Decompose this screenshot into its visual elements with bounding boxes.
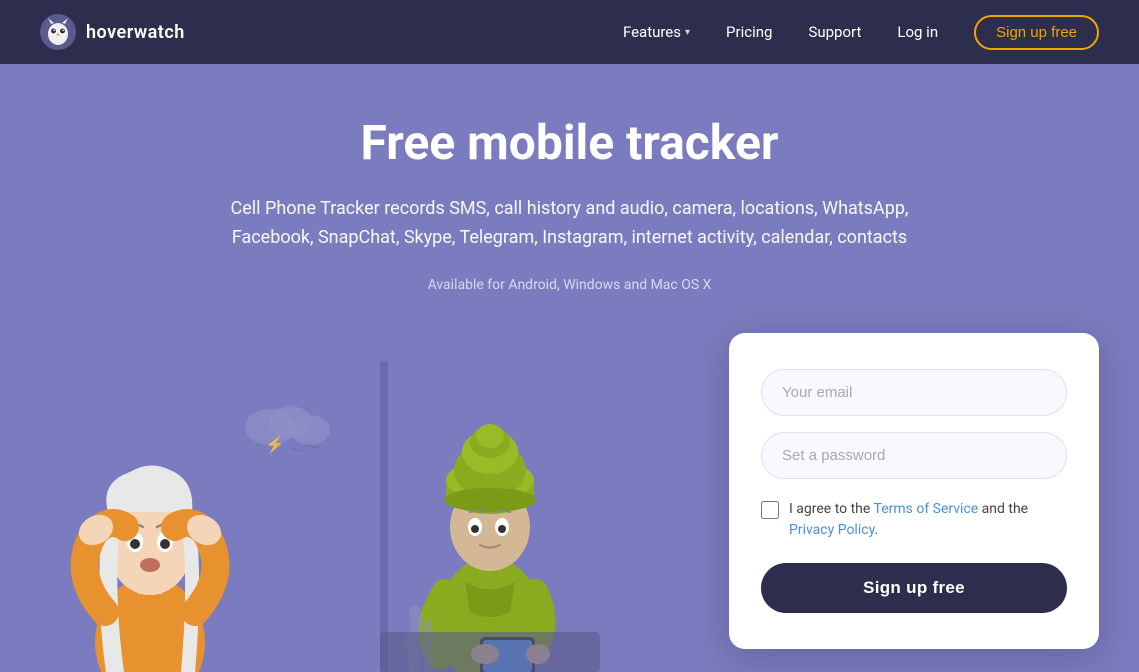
svg-text:⚡: ⚡: [265, 435, 285, 454]
signup-card: I agree to the Terms of Service and the …: [729, 333, 1099, 649]
logo-area: hoverwatch: [40, 14, 185, 50]
svg-text:〜: 〜: [290, 443, 302, 457]
nav-links: Features ▾ Pricing Support Log in Sign u…: [623, 15, 1099, 50]
logo-icon: [40, 14, 76, 50]
nav-link-features[interactable]: Features ▾: [623, 23, 690, 41]
hero-section: Free mobile tracker Cell Phone Tracker r…: [0, 64, 1139, 672]
illustration-svg: ⚡ 〜 〜: [0, 362, 680, 672]
hero-available-text: Available for Android, Windows and Mac O…: [428, 277, 712, 293]
nav-link-login[interactable]: Log in: [897, 23, 938, 41]
nav-link-support[interactable]: Support: [808, 23, 861, 41]
password-input[interactable]: [761, 432, 1067, 479]
signup-button[interactable]: Sign up free: [761, 563, 1067, 613]
hero-subtitle: Cell Phone Tracker records SMS, call his…: [230, 195, 910, 253]
email-input[interactable]: [761, 369, 1067, 416]
terms-text: I agree to the Terms of Service and the …: [789, 499, 1067, 541]
nav-signup-button[interactable]: Sign up free: [974, 15, 1099, 50]
navbar: hoverwatch Features ▾ Pricing Support Lo…: [0, 0, 1139, 64]
illustration-area: ⚡ 〜 〜: [0, 362, 680, 672]
logo-text: hoverwatch: [86, 22, 185, 43]
hero-title: Free mobile tracker: [361, 114, 779, 171]
chevron-down-icon: ▾: [685, 27, 690, 38]
privacy-policy-link[interactable]: Privacy Policy: [789, 522, 874, 538]
terms-of-service-link[interactable]: Terms of Service: [874, 501, 979, 517]
nav-link-pricing[interactable]: Pricing: [726, 23, 772, 41]
svg-text:〜: 〜: [305, 440, 319, 456]
terms-row: I agree to the Terms of Service and the …: [761, 499, 1067, 541]
hero-bottom: ⚡ 〜 〜: [0, 333, 1139, 672]
terms-checkbox[interactable]: [761, 501, 779, 519]
